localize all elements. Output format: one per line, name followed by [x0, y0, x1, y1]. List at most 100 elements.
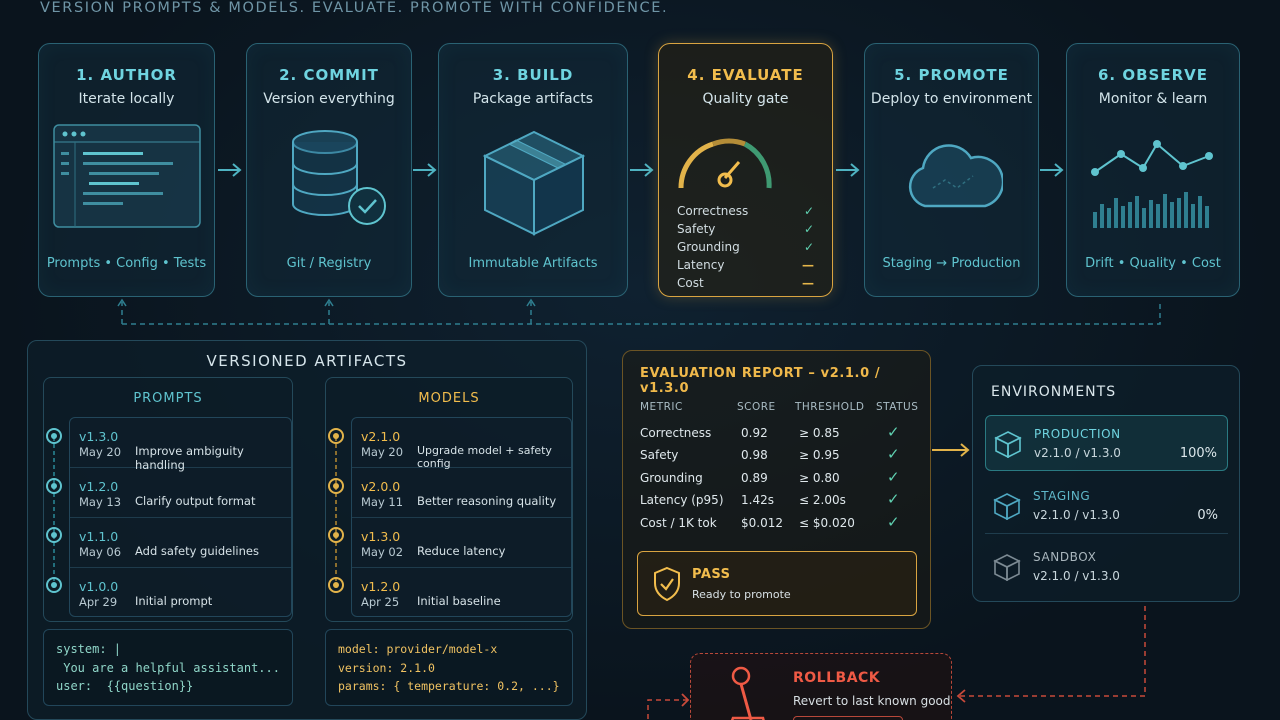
lever-icon — [730, 666, 765, 720]
stage-title: 2. COMMIT — [279, 66, 379, 84]
stage-commit[interactable]: 2. COMMIT Version everything Git / Regis… — [246, 43, 412, 297]
arrow-right-icon — [630, 163, 654, 177]
metric-score: 1.42s — [741, 493, 774, 507]
versioned-artifacts-panel: VERSIONED ARTIFACTS PROMPTS v1.3.0 May 2… — [27, 340, 587, 720]
stage-footer: Prompts • Config • Tests — [46, 256, 207, 271]
timeline-dot-icon — [46, 577, 62, 593]
stage-title: 3. BUILD — [492, 66, 574, 84]
table-row: Grounding 0.89 ≥ 0.80 ✓ — [623, 468, 930, 493]
pending-dash-icon: — — [802, 276, 814, 290]
env-production[interactable]: PRODUCTION v2.1.0 / v1.3.0 100% — [985, 415, 1228, 471]
table-row: Safety 0.98 ≥ 0.95 ✓ — [623, 445, 930, 470]
models-panel: MODELS v2.1.0 May 20 Upgrade model + saf… — [325, 377, 573, 622]
version-date: May 11 — [361, 495, 404, 509]
version-description: Upgrade model + safety config — [417, 444, 552, 470]
column-header: SCORE — [737, 401, 776, 413]
version-number: v1.2.0 — [361, 579, 401, 594]
check-mark-icon: ✓ — [803, 222, 814, 236]
rollback-button[interactable] — [793, 716, 903, 720]
metric-threshold: ≤ 2.00s — [799, 493, 846, 507]
stage-footer: Immutable Artifacts — [468, 256, 598, 271]
env-version: v2.1.0 / v1.3.0 — [1033, 569, 1120, 583]
panel-title: VERSIONED ARTIFACTS — [206, 352, 408, 370]
check-label: Latency — [677, 258, 725, 272]
timeline-dot-icon — [328, 428, 344, 444]
list-item[interactable]: v2.1.0 May 20 Upgrade model + safety con… — [352, 418, 571, 470]
pass-title: PASS — [692, 567, 731, 582]
list-item[interactable]: v1.2.0 Apr 25 Initial baseline — [352, 568, 571, 618]
report-title: EVALUATION REPORT – v2.1.0 / v1.3.0 — [640, 366, 881, 396]
rollback-panel[interactable]: ROLLBACK Revert to last known good — [690, 653, 952, 720]
database-check-icon — [292, 130, 386, 225]
check-mark-icon: ✓ — [887, 423, 900, 441]
stage-observe[interactable]: 6. OBSERVE Monitor & learn Drift • Quali… — [1066, 43, 1240, 297]
env-version: v2.1.0 / v1.3.0 — [1034, 446, 1121, 460]
check-mark-icon: ✓ — [887, 513, 900, 531]
stage-author[interactable]: 1. AUTHOR Iterate locally Prompts • Conf… — [38, 43, 215, 297]
list-item[interactable]: v2.0.0 May 11 Better reasoning quality — [352, 468, 571, 518]
cloud-icon — [908, 144, 1003, 208]
rollback-subtitle: Revert to last known good — [793, 694, 951, 708]
environments-panel: ENVIRONMENTS PRODUCTION v2.1.0 / v1.3.0 … — [972, 365, 1240, 602]
metric-score: 0.98 — [741, 448, 768, 462]
env-sandbox[interactable]: SANDBOX v2.1.0 / v1.3.0 — [985, 539, 1228, 595]
env-version: v2.1.0 / v1.3.0 — [1033, 508, 1120, 522]
metric-threshold: ≤ $0.020 — [799, 516, 855, 530]
stage-promote[interactable]: 5. PROMOTE Deploy to environment Staging… — [864, 43, 1039, 297]
check-mark-icon: ✓ — [803, 204, 814, 218]
environments-title: ENVIRONMENTS — [991, 384, 1117, 400]
arrow-right-icon — [932, 443, 970, 457]
version-description: Reduce latency — [417, 544, 506, 558]
version-number: v2.0.0 — [361, 479, 401, 494]
metric-threshold: ≥ 0.80 — [799, 471, 840, 485]
code-line: version: 2.1.0 — [338, 660, 435, 675]
package-box-icon — [482, 130, 586, 236]
env-name: STAGING — [1033, 489, 1091, 503]
gauge-icon — [678, 138, 772, 189]
check-mark-icon: ✓ — [887, 490, 900, 508]
check-label: Safety — [677, 222, 716, 236]
stage-subtitle: Version everything — [263, 91, 395, 107]
list-item[interactable]: v1.0.0 Apr 29 Initial prompt — [70, 568, 291, 618]
page-tagline: VERSION PROMPTS & MODELS. EVALUATE. PROM… — [40, 0, 669, 16]
cube-icon — [994, 431, 1022, 458]
list-item[interactable]: v1.1.0 May 06 Add safety guidelines — [70, 518, 291, 568]
list-item[interactable]: v1.3.0 May 02 Reduce latency — [352, 518, 571, 568]
version-date: May 06 — [79, 545, 122, 559]
env-traffic: 100% — [1179, 446, 1217, 461]
arrow-right-icon — [218, 163, 242, 177]
stage-build[interactable]: 3. BUILD Package artifacts Immutable Art… — [438, 43, 628, 297]
metric-threshold: ≥ 0.95 — [799, 448, 840, 462]
check-label: Correctness — [677, 204, 749, 218]
pass-subtitle: Ready to promote — [692, 588, 791, 601]
version-number: v1.3.0 — [79, 429, 119, 444]
arrow-right-icon — [1040, 163, 1064, 177]
line-chart-icon — [1091, 140, 1213, 228]
list-item[interactable]: v1.2.0 May 13 Clarify output format — [70, 468, 291, 518]
env-name: PRODUCTION — [1034, 427, 1121, 441]
list-item[interactable]: v1.3.0 May 20 Improve ambiguity handling — [70, 418, 291, 472]
code-line: You are a helpful assistant... — [56, 660, 280, 675]
env-staging[interactable]: STAGING v2.1.0 / v1.3.0 0% — [985, 478, 1228, 534]
pending-dash-icon: — — [802, 258, 814, 272]
timeline-dot-icon — [328, 478, 344, 494]
metric-score: 0.89 — [741, 471, 768, 485]
stage-evaluate[interactable]: 4. EVALUATE Quality gate Correctness ✓ Sa… — [658, 43, 833, 297]
metric-name: Cost / 1K tok — [640, 516, 717, 530]
timeline-dot-icon — [46, 478, 62, 494]
arrow-right-icon — [413, 163, 437, 177]
check-mark-icon: ✓ — [887, 468, 900, 486]
version-description: Better reasoning quality — [417, 494, 557, 508]
metric-name: Latency (p95) — [640, 493, 724, 507]
code-line: model: provider/model-x — [338, 642, 498, 656]
version-number: v1.1.0 — [79, 529, 119, 544]
check-mark-icon: ✓ — [803, 240, 814, 254]
stage-footer: Staging → Production — [882, 256, 1021, 271]
models-title: MODELS — [418, 391, 480, 406]
timeline-dot-icon — [46, 527, 62, 543]
timeline-dot-icon — [328, 577, 344, 593]
stage-subtitle: Quality gate — [702, 91, 789, 107]
quality-checklist: Correctness ✓ Safety ✓ Grounding ✓ Latency —… — [677, 202, 814, 292]
version-date: Apr 29 — [79, 595, 118, 609]
version-date: May 20 — [79, 445, 122, 459]
